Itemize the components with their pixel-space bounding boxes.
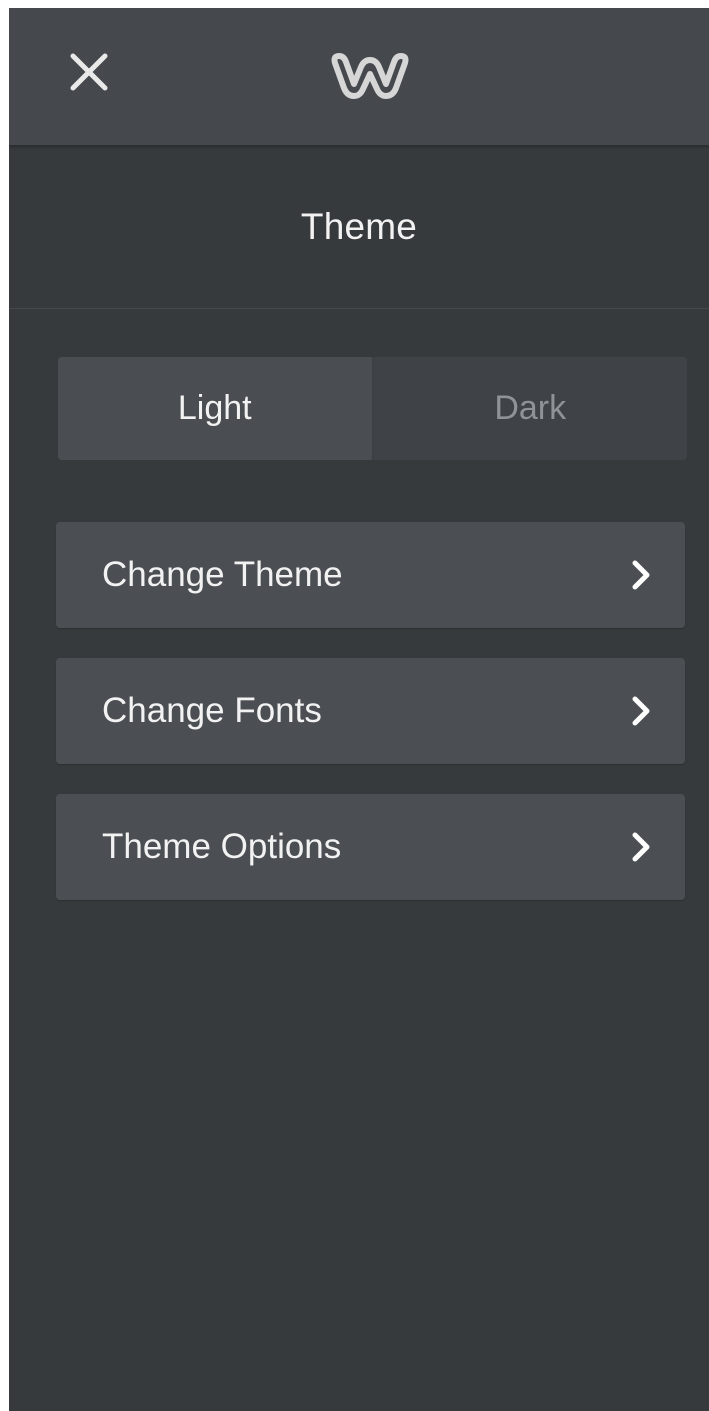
light-dark-toggle: Light Dark [58,357,687,460]
change-fonts-button[interactable]: Change Fonts [56,658,685,764]
top-bar [9,8,709,145]
panel-header: Theme [9,145,709,309]
close-button[interactable] [65,48,113,96]
dark-option[interactable]: Dark [373,357,687,460]
chevron-right-icon [629,830,653,864]
light-option[interactable]: Light [58,357,374,460]
chevron-right-icon [629,558,653,592]
panel-title: Theme [300,205,418,247]
theme-options-label: Theme Options [102,827,342,866]
weebly-logo-icon [331,53,409,99]
change-fonts-label: Change Fonts [102,691,322,730]
change-theme-button[interactable]: Change Theme [56,522,685,628]
close-icon [70,53,108,91]
theme-panel: Theme Light Dark Change Theme Change Fon… [9,8,709,1411]
chevron-right-icon [629,694,653,728]
change-theme-label: Change Theme [102,555,343,594]
theme-options-button[interactable]: Theme Options [56,794,685,900]
